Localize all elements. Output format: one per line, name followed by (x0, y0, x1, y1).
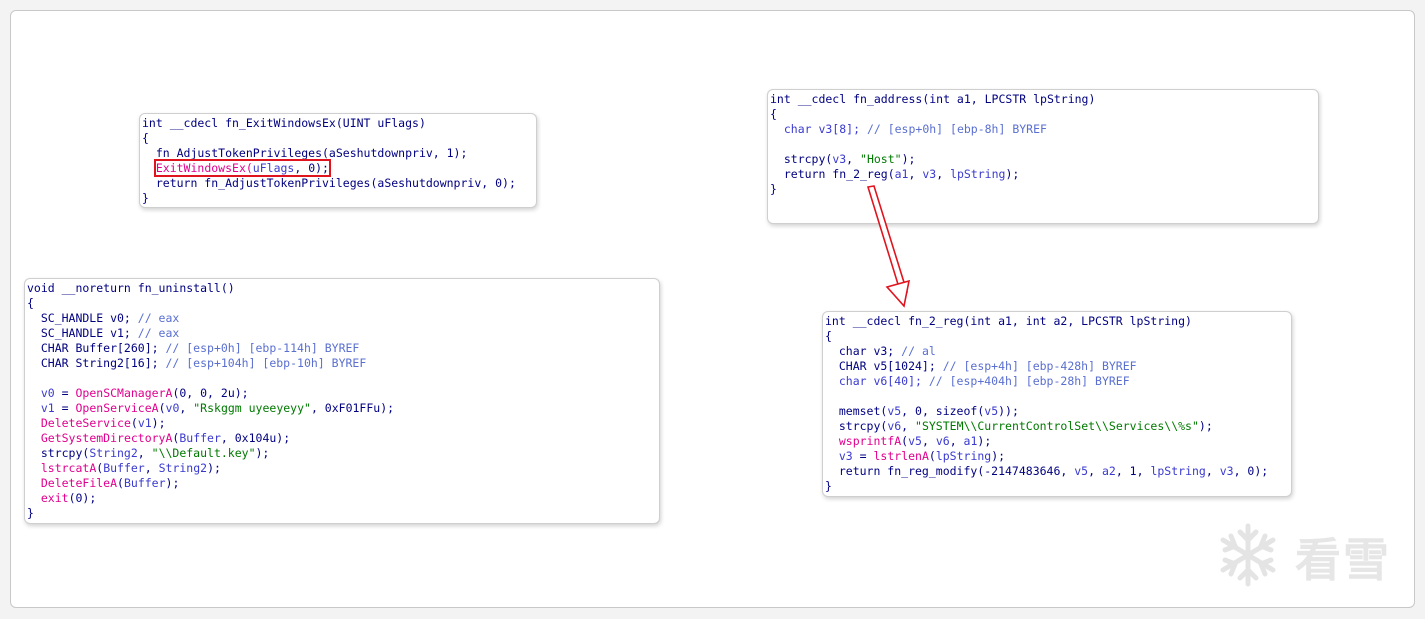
snowflake-icon (1220, 523, 1276, 587)
call-arrow-head (885, 279, 911, 308)
call-arrow-shaft (866, 185, 908, 296)
watermark: 看雪 (1215, 522, 1405, 592)
call-arrow (866, 185, 911, 308)
watermark-text: 看雪 (1295, 533, 1391, 587)
